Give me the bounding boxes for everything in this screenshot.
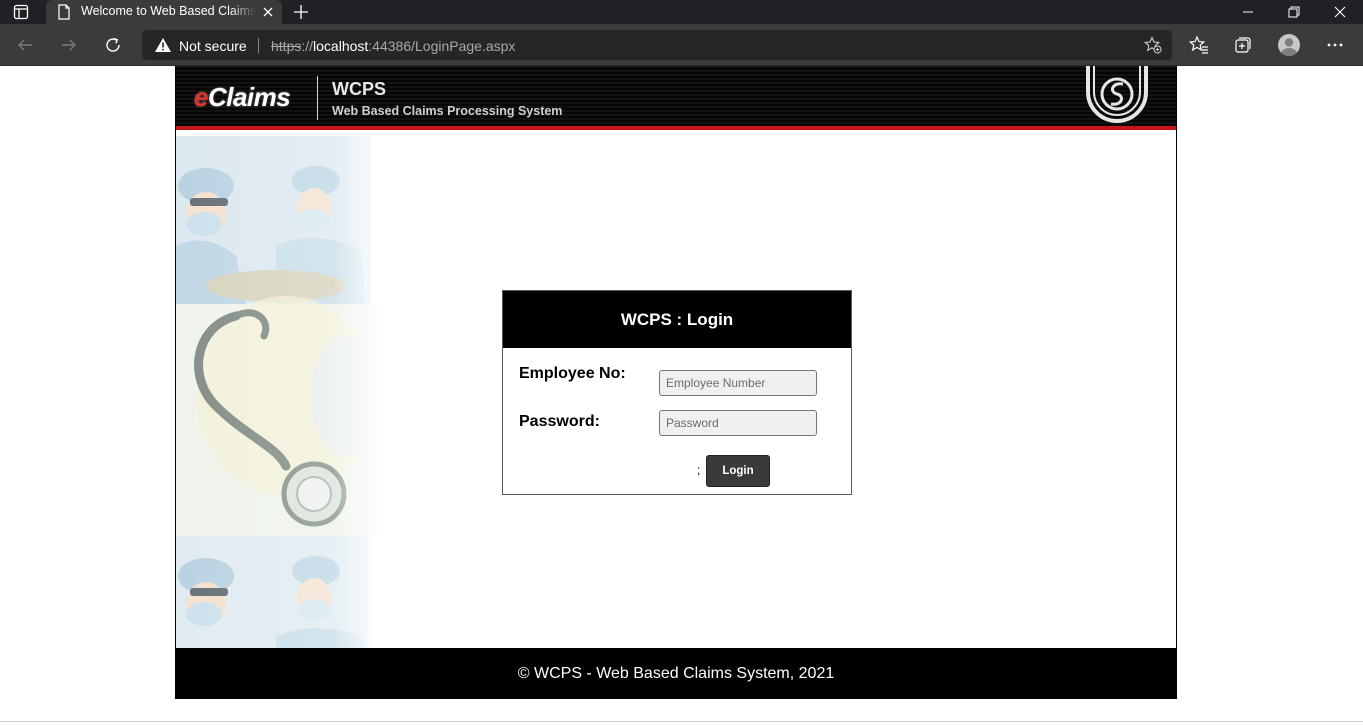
url-separator: :// <box>301 38 314 54</box>
password-input[interactable] <box>659 410 817 436</box>
footer-text: © WCPS - Web Based Claims System, 2021 <box>517 664 835 682</box>
url-host: localhost <box>313 38 369 54</box>
close-icon[interactable] <box>260 4 276 20</box>
browser-tab[interactable]: Welcome to Web Based Claims Processing S… <box>46 0 282 24</box>
security-label[interactable]: Not secure <box>179 38 247 54</box>
refresh-icon[interactable] <box>101 33 125 57</box>
window-bottom-edge <box>0 721 1363 725</box>
emblem-logo-icon <box>1082 66 1152 128</box>
password-label: Password: <box>519 413 600 430</box>
url-path: :44386/LoginPage.aspx <box>368 38 516 54</box>
more-icon[interactable] <box>1324 34 1346 56</box>
employee-no-label: Employee No: <box>519 365 626 382</box>
add-favorite-icon[interactable] <box>1143 36 1162 54</box>
medical-side-banner <box>176 136 386 648</box>
address-divider <box>258 38 259 53</box>
profile-icon[interactable] <box>1278 34 1300 56</box>
login-title: WCPS : Login <box>503 291 851 348</box>
url-scheme: https <box>271 38 302 54</box>
page-icon <box>57 4 71 20</box>
restore-icon[interactable] <box>1271 0 1317 24</box>
tab-title: Welcome to Web Based Claims Processing S… <box>81 4 256 18</box>
logo-text: Claims <box>207 82 291 112</box>
favorites-icon[interactable] <box>1188 34 1210 56</box>
collections-icon[interactable] <box>1232 34 1254 56</box>
new-tab-icon[interactable] <box>292 3 310 21</box>
login-button[interactable]: Login <box>706 455 770 487</box>
header-subtitle: Web Based Claims Processing System <box>332 104 563 118</box>
window-menu-icon[interactable] <box>13 4 29 20</box>
employee-number-input[interactable] <box>659 370 817 396</box>
site-header: eClaims WCPS Web Based Claims Processing… <box>176 66 1176 130</box>
header-divider <box>317 76 318 120</box>
eclaims-logo: eClaims <box>194 82 291 113</box>
page-container: eClaims WCPS Web Based Claims Processing… <box>175 66 1177 699</box>
window-close-icon[interactable] <box>1317 0 1363 24</box>
stray-text: ; <box>697 463 701 477</box>
login-panel: WCPS : Login Employee No: Password: ; Lo… <box>502 290 852 495</box>
minimize-icon[interactable] <box>1225 0 1271 24</box>
header-title: WCPS <box>332 79 386 99</box>
site-footer: © WCPS - Web Based Claims System, 2021 <box>176 648 1176 699</box>
url-text[interactable]: https://localhost:44386/LoginPage.aspx <box>271 38 515 54</box>
forward-icon[interactable] <box>57 33 81 57</box>
warning-icon[interactable] <box>154 37 172 53</box>
logo-e: e <box>194 82 208 112</box>
address-bar[interactable]: Not secure https://localhost:44386/Login… <box>142 30 1172 60</box>
back-icon[interactable] <box>13 33 37 57</box>
browser-toolbar: Not secure https://localhost:44386/Login… <box>0 24 1363 66</box>
browser-tab-bar: Welcome to Web Based Claims Processing S… <box>0 0 1363 24</box>
